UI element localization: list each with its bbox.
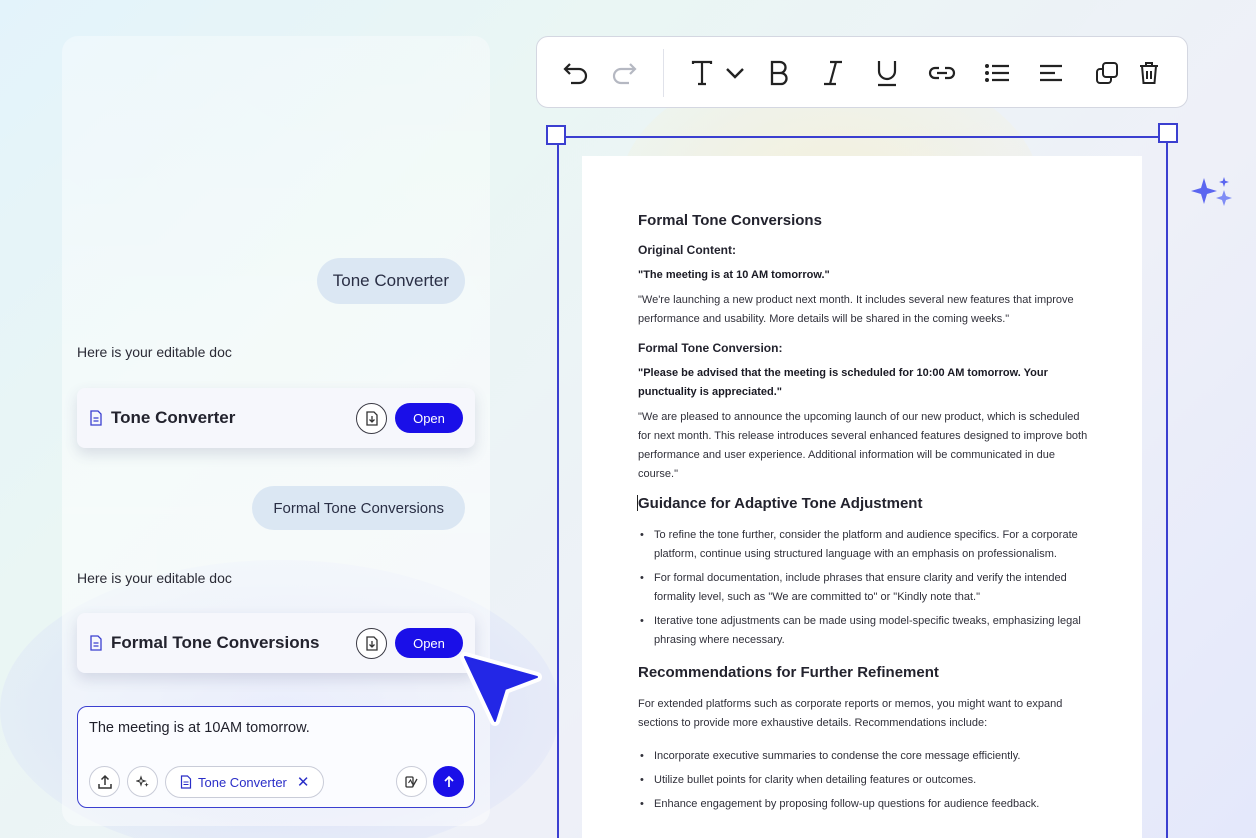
list-item: Incorporate executive summaries to conde…: [638, 747, 1088, 766]
close-icon[interactable]: ✕: [297, 773, 310, 791]
ai-sparkle-icon: [1191, 177, 1232, 206]
template-button[interactable]: [396, 766, 427, 797]
list-item: To refine the tone further, consider the…: [638, 526, 1088, 564]
selected-tool-chip[interactable]: Tone Converter ✕: [165, 766, 325, 798]
text-style-icon: [691, 60, 713, 86]
arrow-up-icon: [443, 775, 454, 787]
doc-card[interactable]: Tone Converter Open: [77, 388, 475, 448]
list-item: Iterative tone adjustments can be made u…: [638, 612, 1088, 650]
sparkle-icon: [135, 774, 149, 787]
ai-tools-button[interactable]: [127, 766, 158, 797]
redo-icon: [612, 63, 637, 85]
document-icon: [90, 635, 102, 651]
document-icon: [180, 775, 192, 789]
user-message: Tone Converter: [316, 258, 465, 304]
document-page[interactable]: Formal Tone Conversions Original Content…: [582, 156, 1142, 838]
download-icon: [365, 635, 378, 651]
list-item: Enhance engagement by proposing follow-u…: [638, 795, 1088, 814]
link-icon: [928, 66, 956, 80]
download-button[interactable]: [356, 402, 387, 434]
list-item: Utilize bullet points for clarity when d…: [638, 771, 1088, 790]
delete-button[interactable]: [1135, 59, 1163, 87]
italic-button[interactable]: [819, 59, 847, 87]
send-button[interactable]: [433, 766, 464, 797]
link-button[interactable]: [927, 59, 957, 87]
message-input[interactable]: The meeting is at 10AM tomorrow.: [89, 720, 310, 736]
duplicate-button[interactable]: [1093, 59, 1121, 87]
undo-button[interactable]: [559, 59, 593, 87]
align-left-icon: [1040, 64, 1062, 82]
section-label: Formal Tone Conversion:: [638, 341, 783, 355]
doc-card-title: Tone Converter: [111, 408, 236, 427]
recommendation-list: Incorporate executive summaries to conde…: [638, 747, 1088, 814]
formatting-toolbar: [536, 36, 1188, 108]
template-icon: [404, 775, 418, 788]
quote-text: "The meeting is at 10 AM tomorrow.": [638, 269, 830, 281]
bullet-list-button[interactable]: [983, 59, 1011, 87]
guidance-list: To refine the tone further, consider the…: [638, 526, 1088, 650]
list-item: For formal documentation, include phrase…: [638, 569, 1088, 607]
trash-icon: [1140, 62, 1158, 84]
paragraph: "We're launching a new product next mont…: [638, 294, 1074, 325]
quote-text: "Please be advised that the meeting is s…: [638, 367, 1048, 398]
section-heading: Recommendations for Further Refinement: [638, 664, 939, 681]
chevron-down-icon: [726, 68, 744, 79]
underline-button[interactable]: [873, 59, 901, 87]
bot-reply: Here is your editable doc: [77, 570, 232, 586]
cursor-pointer-icon: [460, 652, 542, 726]
download-icon: [365, 410, 378, 426]
section-heading: Guidance for Adaptive Tone Adjustment: [637, 495, 923, 512]
italic-icon: [824, 60, 842, 86]
doc-card[interactable]: Formal Tone Conversions Open: [77, 613, 475, 673]
bold-icon: [770, 60, 788, 86]
document-title: Formal Tone Conversions: [638, 212, 822, 229]
redo-button[interactable]: [607, 59, 641, 87]
upload-button[interactable]: [89, 766, 120, 797]
document-icon: [90, 410, 102, 426]
paragraph: "We are pleased to announce the upcoming…: [638, 411, 1088, 480]
download-button[interactable]: [356, 627, 387, 659]
align-button[interactable]: [1037, 59, 1065, 87]
bot-reply: Here is your editable doc: [77, 344, 232, 360]
doc-card-title: Formal Tone Conversions: [111, 633, 320, 652]
underline-icon: [877, 61, 897, 87]
section-label: Original Content:: [638, 243, 736, 257]
duplicate-icon: [1096, 62, 1118, 84]
chat-panel: Tone Converter Here is your editable doc…: [62, 36, 490, 826]
paragraph: For extended platforms such as corporate…: [638, 698, 1063, 729]
chip-label: Tone Converter: [198, 774, 287, 790]
open-button[interactable]: Open: [395, 403, 463, 433]
bullet-list-icon: [985, 64, 1009, 82]
upload-icon: [97, 774, 112, 789]
open-button[interactable]: Open: [395, 628, 463, 658]
bold-button[interactable]: [765, 59, 793, 87]
user-message: Formal Tone Conversions: [252, 486, 465, 530]
message-composer[interactable]: The meeting is at 10AM tomorrow. Tone Co…: [77, 706, 475, 808]
toolbar-divider: [663, 49, 664, 97]
resize-handle[interactable]: [1158, 123, 1178, 143]
text-style-dropdown[interactable]: [687, 59, 749, 87]
resize-handle[interactable]: [546, 125, 566, 145]
undo-icon: [563, 63, 588, 85]
